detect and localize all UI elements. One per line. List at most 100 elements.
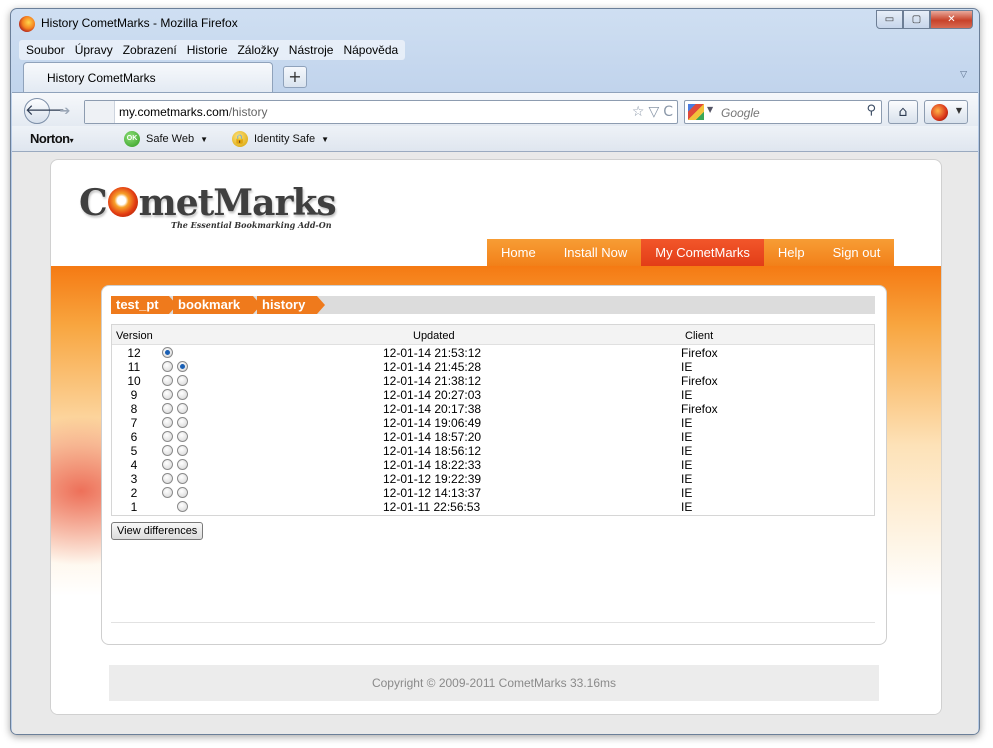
client-cell: IE: [681, 416, 693, 430]
table-row: 9 12-01-14 20:27:03 IE: [112, 388, 874, 402]
updated-cell: 12-01-14 21:45:28: [383, 360, 482, 374]
compare-from-radio[interactable]: [162, 403, 173, 414]
url-bar[interactable]: my.cometmarks.com/history ☆ ▽ C: [84, 100, 678, 124]
view-differences-button[interactable]: View differences: [111, 522, 204, 540]
reload-icon[interactable]: C: [663, 104, 673, 120]
menu-file[interactable]: Soubor: [21, 40, 70, 60]
compare-to-radio[interactable]: [177, 459, 188, 470]
table-row: 5 12-01-14 18:56:12 IE: [112, 444, 874, 458]
compare-to-radio[interactable]: [177, 431, 188, 442]
nav-install-now[interactable]: Install Now: [550, 239, 642, 266]
nav-help[interactable]: Help: [764, 239, 819, 266]
google-icon[interactable]: [688, 104, 704, 120]
menu-history[interactable]: Historie: [182, 40, 233, 60]
compare-to-radio[interactable]: [177, 417, 188, 428]
table-row: 10 12-01-14 21:38:12 Firefox: [112, 374, 874, 388]
compare-from-radio[interactable]: [162, 459, 173, 470]
site-container: CmetMarks The Essential Bookmarking Add-…: [50, 159, 942, 715]
nav-my-cometmarks[interactable]: My CometMarks: [641, 239, 764, 266]
tab-label: History CometMarks: [47, 71, 156, 85]
identity-safe-button[interactable]: 🔒 Identity Safe ▼: [232, 131, 329, 147]
search-input[interactable]: Google: [721, 106, 760, 120]
compare-from-radio[interactable]: [162, 361, 173, 372]
compare-from-radio[interactable]: [162, 445, 173, 456]
compare-to-radio[interactable]: [177, 403, 188, 414]
compare-from-radio[interactable]: [162, 431, 173, 442]
norton-label: Norton: [30, 131, 70, 146]
comet-o-icon: [107, 187, 138, 217]
compare-to-radio[interactable]: [177, 501, 188, 512]
column-version: Version: [116, 330, 153, 342]
menu-view[interactable]: Zobrazení: [118, 40, 182, 60]
menu-edit[interactable]: Úpravy: [70, 40, 118, 60]
compare-to-radio[interactable]: [177, 487, 188, 498]
menu-help[interactable]: Nápověda: [338, 40, 403, 60]
updated-cell: 12-01-14 19:06:49: [383, 416, 482, 430]
safe-web-button[interactable]: OK Safe Web ▼: [124, 131, 208, 147]
back-button[interactable]: 🡐: [24, 98, 65, 124]
compare-to-radio[interactable]: [177, 375, 188, 386]
maximize-button[interactable]: ▢: [903, 10, 930, 29]
compare-from-radio[interactable]: [162, 487, 173, 498]
menu-bookmarks[interactable]: Záložky: [232, 40, 283, 60]
cometmarks-extension-button[interactable]: ▼: [924, 100, 968, 124]
window-controls: ▭ ▢ ✕: [876, 10, 973, 29]
version-cell: 9: [130, 388, 138, 402]
updated-cell: 12-01-14 20:17:38: [383, 402, 482, 416]
compare-to-radio[interactable]: [177, 389, 188, 400]
breadcrumb-bookmark[interactable]: bookmark: [173, 296, 261, 314]
chevron-down-icon[interactable]: ▼: [707, 105, 713, 114]
compare-from-radio[interactable]: [162, 473, 173, 484]
minimize-button[interactable]: ▭: [876, 10, 903, 29]
lock-icon: 🔒: [232, 131, 248, 147]
version-cell: 4: [130, 458, 138, 472]
breadcrumb-user[interactable]: test_pt: [111, 296, 177, 314]
close-button[interactable]: ✕: [930, 10, 973, 29]
client-cell: Firefox: [681, 374, 718, 388]
updated-cell: 12-01-14 18:57:20: [383, 430, 482, 444]
chevron-down-icon[interactable]: ▼: [956, 106, 962, 115]
navigation-toolbar: 🡐 ➔ my.cometmarks.com/history ☆ ▽ C ▼ Go…: [12, 92, 978, 126]
divider: [111, 622, 875, 623]
new-tab-button[interactable]: +: [283, 66, 307, 88]
list-all-tabs-icon[interactable]: ▽: [960, 70, 967, 80]
search-bar[interactable]: ▼ Google ⚲: [684, 100, 882, 124]
updated-cell: 12-01-12 19:22:39: [383, 472, 482, 486]
firefox-icon[interactable]: [19, 16, 35, 32]
updated-cell: 12-01-12 14:13:37: [383, 486, 482, 500]
nav-sign-out[interactable]: Sign out: [819, 239, 895, 266]
client-cell: IE: [681, 388, 693, 402]
forward-button[interactable]: ➔: [52, 102, 78, 122]
compare-from-radio[interactable]: [162, 389, 173, 400]
title-bar[interactable]: History CometMarks - Mozilla Firefox ▭ ▢…: [11, 9, 979, 37]
column-updated: Updated: [413, 330, 455, 342]
breadcrumb-history: history: [257, 296, 325, 314]
table-body: 12 12-01-14 21:53:12 Firefox 11 12-01-14 21:…: [112, 346, 874, 514]
url-host: my.cometmarks.com: [119, 105, 229, 119]
compare-to-radio[interactable]: [177, 361, 188, 372]
cometmarks-icon: [931, 104, 948, 121]
table-row: 6 12-01-14 18:57:20 IE: [112, 430, 874, 444]
url-text[interactable]: my.cometmarks.com/history: [119, 105, 267, 119]
site-identity-button[interactable]: [85, 101, 115, 123]
cometmarks-logo[interactable]: CmetMarks: [79, 182, 337, 224]
search-icon[interactable]: ⚲: [866, 103, 876, 118]
compare-from-radio[interactable]: [162, 417, 173, 428]
updated-cell: 12-01-14 21:53:12: [383, 346, 482, 360]
version-cell: 12: [127, 346, 141, 360]
tab-history-cometmarks[interactable]: History CometMarks: [23, 62, 273, 92]
bookmark-star-icon[interactable]: ☆: [632, 104, 645, 120]
table-row: 8 12-01-14 20:17:38 Firefox: [112, 402, 874, 416]
updated-cell: 12-01-14 20:27:03: [383, 388, 482, 402]
nav-home[interactable]: Home: [487, 239, 550, 266]
compare-from-radio[interactable]: [162, 375, 173, 386]
norton-menu[interactable]: Norton▾: [30, 131, 74, 146]
chevron-down-icon: ▼: [321, 134, 330, 144]
home-button[interactable]: ⌂: [888, 100, 918, 124]
history-dropdown-icon[interactable]: ▽: [648, 104, 659, 120]
compare-to-radio[interactable]: [177, 445, 188, 456]
compare-from-radio[interactable]: [162, 347, 173, 358]
chevron-down-icon: ▼: [200, 134, 209, 144]
compare-to-radio[interactable]: [177, 473, 188, 484]
menu-tools[interactable]: Nástroje: [284, 40, 339, 60]
